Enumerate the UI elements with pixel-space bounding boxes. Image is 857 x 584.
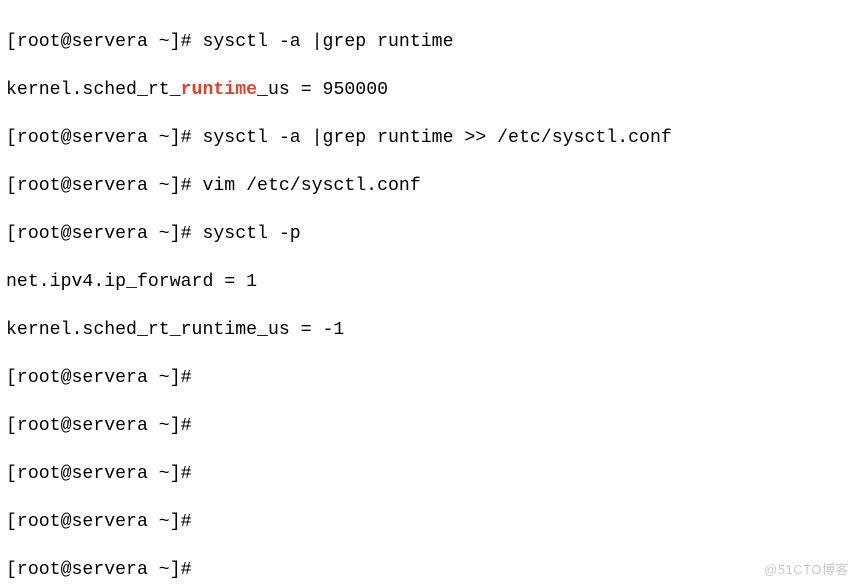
output-text: kernel.sched_rt_ [6,80,181,100]
prompt: [root@servera ~]# [6,128,192,148]
watermark: @51CTO博客 [764,559,849,578]
prompt: [root@servera ~]# [6,32,192,52]
cmd-line: [root@servera ~]# [6,510,851,534]
command-text: vim /etc/sysctl.conf [192,176,421,196]
command-text: sysctl -a |grep runtime [192,32,454,52]
cmd-line: [root@servera ~]# sysctl -a |grep runtim… [6,30,851,54]
output-line: kernel.sched_rt_runtime_us = 950000 [6,78,851,102]
terminal[interactable]: [root@servera ~]# sysctl -a |grep runtim… [0,0,857,584]
prompt: [root@servera ~]# [6,176,192,196]
command-text: sysctl -p [192,224,301,244]
highlight-runtime: runtime [181,80,257,100]
output-line: kernel.sched_rt_runtime_us = -1 [6,318,851,342]
command-text: sysctl -a |grep runtime >> /etc/sysctl.c… [192,128,672,148]
prompt: [root@servera ~]# [6,560,192,580]
cmd-line: [root@servera ~]# [6,462,851,486]
prompt: [root@servera ~]# [6,464,192,484]
cmd-line: [root@servera ~]# vim /etc/sysctl.conf [6,174,851,198]
prompt: [root@servera ~]# [6,416,192,436]
cmd-line: [root@servera ~]# [6,366,851,390]
cmd-line: [root@servera ~]# [6,558,851,582]
cmd-line: [root@servera ~]# sysctl -p [6,222,851,246]
output-text: _us = 950000 [257,80,388,100]
cmd-line: [root@servera ~]# sysctl -a |grep runtim… [6,126,851,150]
prompt: [root@servera ~]# [6,368,192,388]
prompt: [root@servera ~]# [6,512,192,532]
output-line: net.ipv4.ip_forward = 1 [6,270,851,294]
cmd-line: [root@servera ~]# [6,414,851,438]
prompt: [root@servera ~]# [6,224,192,244]
